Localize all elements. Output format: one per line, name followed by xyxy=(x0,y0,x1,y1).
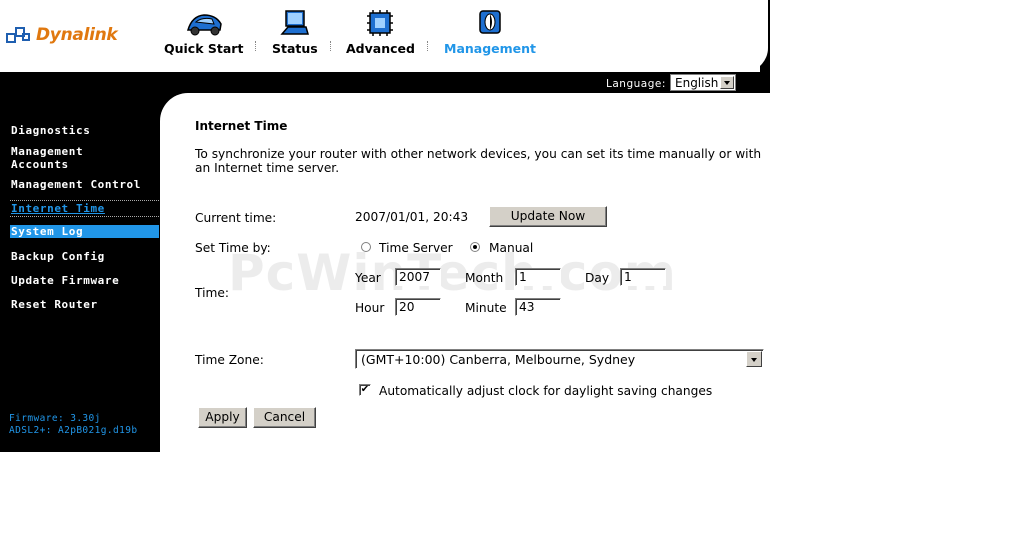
nav-label: Management xyxy=(444,41,537,56)
sidebar-item-diagnostics[interactable]: Diagnostics xyxy=(11,124,90,137)
manual-radio[interactable] xyxy=(470,242,480,252)
nav-label: Quick Start xyxy=(164,41,244,56)
logo: Dynalink xyxy=(6,24,118,46)
manual-label: Manual xyxy=(489,241,534,255)
time-zone-value: (GMT+10:00) Canberra, Melbourne, Sydney xyxy=(361,352,636,367)
page-title: Internet Time xyxy=(195,119,288,133)
update-now-button[interactable]: Update Now xyxy=(489,206,607,227)
nav-advanced[interactable]: Advanced xyxy=(346,8,415,56)
dst-label: Automatically adjust clock for daylight … xyxy=(379,384,713,398)
sidebar-item-management-accounts[interactable]: Management Accounts xyxy=(11,145,83,171)
language-label: Language: xyxy=(606,78,666,90)
day-input[interactable]: 1 xyxy=(620,268,666,286)
language-select[interactable]: English xyxy=(670,74,736,91)
time-server-radio[interactable] xyxy=(361,242,371,252)
hour-label: Hour xyxy=(355,301,385,315)
sidebar-item-system-log[interactable]: System Log xyxy=(10,225,159,238)
month-label: Month xyxy=(465,271,504,285)
firmware-version: Firmware: 3.30j xyxy=(9,413,101,424)
time-zone-label: Time Zone: xyxy=(195,353,264,367)
apply-button[interactable]: Apply xyxy=(198,407,247,428)
year-label: Year xyxy=(355,271,381,285)
year-input[interactable]: 2007 xyxy=(395,268,441,286)
adsl-version: ADSL2+: A2pB021g.d19b xyxy=(9,425,138,436)
minute-input[interactable]: 43 xyxy=(515,298,561,316)
nav-label: Status xyxy=(272,41,318,56)
dynalink-logo-icon xyxy=(6,27,30,43)
language-value: English xyxy=(675,76,719,90)
dst-checkbox[interactable]: ✔ xyxy=(359,384,371,396)
nav-separator xyxy=(427,41,429,51)
time-server-label: Time Server xyxy=(379,241,453,255)
nav-separator xyxy=(330,41,332,51)
nav-quick-start[interactable]: Quick Start xyxy=(164,8,243,56)
sidebar-item-backup-config[interactable]: Backup Config xyxy=(11,250,105,263)
page-description: To synchronize your router with other ne… xyxy=(195,147,762,175)
hour-input[interactable]: 20 xyxy=(395,298,441,316)
time-zone-select[interactable]: (GMT+10:00) Canberra, Melbourne, Sydney xyxy=(355,349,764,369)
sidebar-item-management-control[interactable]: Management Control xyxy=(11,178,141,191)
month-input[interactable]: 1 xyxy=(515,268,561,286)
brand-name: Dynalink xyxy=(36,25,118,45)
sidebar-item-update-firmware[interactable]: Update Firmware xyxy=(11,274,119,287)
current-time-value: 2007/01/01, 20:43 xyxy=(355,210,469,224)
nav-label: Advanced xyxy=(346,41,415,56)
management-icon xyxy=(479,10,501,34)
chip-icon xyxy=(367,10,394,36)
nav-status[interactable]: Status xyxy=(272,8,318,56)
time-label: Time: xyxy=(195,286,229,300)
cancel-button[interactable]: Cancel xyxy=(253,407,316,428)
nav-separator xyxy=(255,41,257,51)
current-time-label: Current time: xyxy=(195,211,277,225)
laptop-icon xyxy=(280,10,309,35)
day-label: Day xyxy=(585,271,610,285)
sidebar-item-internet-time[interactable]: Internet Time xyxy=(10,200,159,217)
sidebar-item-reset-router[interactable]: Reset Router xyxy=(11,298,98,311)
car-icon xyxy=(186,14,222,36)
nav-management[interactable]: Management xyxy=(444,8,536,56)
minute-label: Minute xyxy=(465,301,507,315)
set-time-by-label: Set Time by: xyxy=(195,241,271,255)
chevron-down-icon[interactable] xyxy=(746,351,762,367)
chevron-down-icon[interactable] xyxy=(720,76,734,89)
